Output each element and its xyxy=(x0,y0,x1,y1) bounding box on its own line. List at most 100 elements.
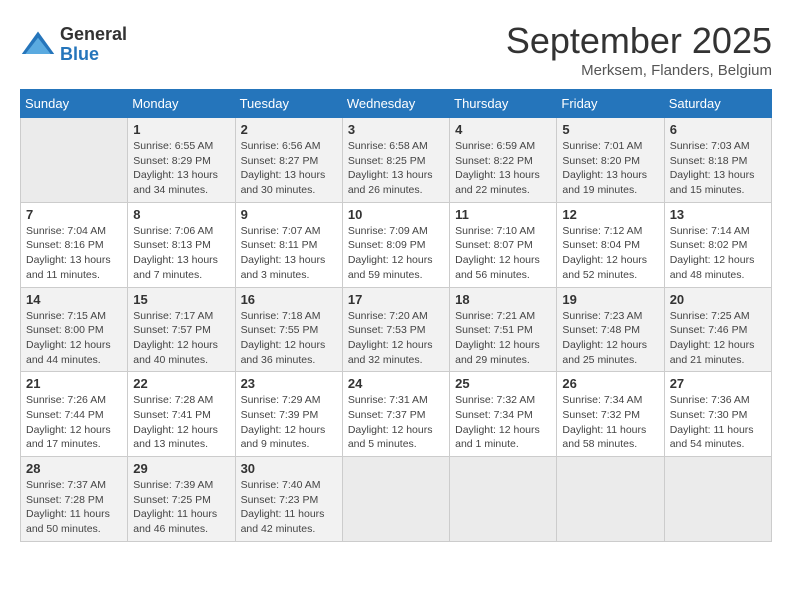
calendar-cell: 24 Sunrise: 7:31 AMSunset: 7:37 PMDayligh… xyxy=(342,372,449,457)
calendar-header-row: SundayMondayTuesdayWednesdayThursdayFrid… xyxy=(21,90,772,118)
day-detail: Sunrise: 7:04 AMSunset: 8:16 PMDaylight:… xyxy=(26,224,122,283)
calendar-cell: 19 Sunrise: 7:23 AMSunset: 7:48 PMDayligh… xyxy=(557,287,664,372)
calendar-week-row: 14 Sunrise: 7:15 AMSunset: 8:00 PMDayligh… xyxy=(21,287,772,372)
day-number: 28 xyxy=(26,461,122,476)
day-number: 26 xyxy=(562,376,658,391)
calendar-week-row: 7Sunrise: 7:04 AMSunset: 8:16 PMDaylight… xyxy=(21,202,772,287)
day-number: 25 xyxy=(455,376,551,391)
calendar-cell xyxy=(342,457,449,542)
calendar-cell: 20 Sunrise: 7:25 AMSunset: 7:46 PMDayligh… xyxy=(664,287,771,372)
calendar-week-row: 1 Sunrise: 6:55 AMSunset: 8:29 PMDaylight… xyxy=(21,118,772,203)
day-number: 18 xyxy=(455,292,551,307)
day-detail: Sunrise: 6:55 AMSunset: 8:29 PMDaylight:… xyxy=(133,139,229,198)
calendar-cell: 1 Sunrise: 6:55 AMSunset: 8:29 PMDaylight… xyxy=(128,118,235,203)
day-number: 30 xyxy=(241,461,337,476)
day-number: 2 xyxy=(241,122,337,137)
day-number: 15 xyxy=(133,292,229,307)
day-detail: Sunrise: 6:59 AMSunset: 8:22 PMDaylight:… xyxy=(455,139,551,198)
day-detail: Sunrise: 7:10 AMSunset: 8:07 PMDaylight:… xyxy=(455,224,551,283)
calendar-cell: 10Sunrise: 7:09 AMSunset: 8:09 PMDayligh… xyxy=(342,202,449,287)
day-detail: Sunrise: 7:14 AMSunset: 8:02 PMDaylight:… xyxy=(670,224,766,283)
calendar-cell: 18 Sunrise: 7:21 AMSunset: 7:51 PMDayligh… xyxy=(450,287,557,372)
day-detail: Sunrise: 7:28 AMSunset: 7:41 PMDaylight:… xyxy=(133,393,229,452)
day-detail: Sunrise: 7:07 AMSunset: 8:11 PMDaylight:… xyxy=(241,224,337,283)
calendar-cell xyxy=(21,118,128,203)
logo: General Blue xyxy=(20,25,127,65)
day-detail: Sunrise: 7:20 AMSunset: 7:53 PMDaylight:… xyxy=(348,309,444,368)
logo-general-text: General xyxy=(60,25,127,45)
day-detail: Sunrise: 7:12 AMSunset: 8:04 PMDaylight:… xyxy=(562,224,658,283)
day-detail: Sunrise: 7:03 AMSunset: 8:18 PMDaylight:… xyxy=(670,139,766,198)
logo-icon xyxy=(20,27,56,63)
calendar-cell: 9 Sunrise: 7:07 AMSunset: 8:11 PMDaylight… xyxy=(235,202,342,287)
day-number: 5 xyxy=(562,122,658,137)
logo-blue-text: Blue xyxy=(60,45,127,65)
title-area: September 2025 Merksem, Flanders, Belgiu… xyxy=(506,20,772,79)
logo-text: General Blue xyxy=(60,25,127,65)
day-number: 29 xyxy=(133,461,229,476)
day-detail: Sunrise: 7:23 AMSunset: 7:48 PMDaylight:… xyxy=(562,309,658,368)
day-number: 12 xyxy=(562,207,658,222)
day-number: 11 xyxy=(455,207,551,222)
day-number: 9 xyxy=(241,207,337,222)
day-detail: Sunrise: 7:29 AMSunset: 7:39 PMDaylight:… xyxy=(241,393,337,452)
day-detail: Sunrise: 7:32 AMSunset: 7:34 PMDaylight:… xyxy=(455,393,551,452)
calendar-week-row: 28 Sunrise: 7:37 AMSunset: 7:28 PMDayligh… xyxy=(21,457,772,542)
day-detail: Sunrise: 7:25 AMSunset: 7:46 PMDaylight:… xyxy=(670,309,766,368)
calendar-cell: 23 Sunrise: 7:29 AMSunset: 7:39 PMDayligh… xyxy=(235,372,342,457)
day-detail: Sunrise: 7:26 AMSunset: 7:44 PMDaylight:… xyxy=(26,393,122,452)
calendar-cell xyxy=(557,457,664,542)
day-number: 1 xyxy=(133,122,229,137)
day-header-sunday: Sunday xyxy=(21,90,128,118)
day-detail: Sunrise: 7:36 AMSunset: 7:30 PMDaylight:… xyxy=(670,393,766,452)
calendar-cell: 16Sunrise: 7:18 AMSunset: 7:55 PMDayligh… xyxy=(235,287,342,372)
calendar-cell xyxy=(664,457,771,542)
day-number: 27 xyxy=(670,376,766,391)
day-number: 19 xyxy=(562,292,658,307)
calendar-cell: 28 Sunrise: 7:37 AMSunset: 7:28 PMDayligh… xyxy=(21,457,128,542)
day-number: 14 xyxy=(26,292,122,307)
day-detail: Sunrise: 7:31 AMSunset: 7:37 PMDaylight:… xyxy=(348,393,444,452)
day-detail: Sunrise: 7:17 AMSunset: 7:57 PMDaylight:… xyxy=(133,309,229,368)
day-number: 6 xyxy=(670,122,766,137)
calendar-cell: 13 Sunrise: 7:14 AMSunset: 8:02 PMDayligh… xyxy=(664,202,771,287)
header: General Blue September 2025 Merksem, Fla… xyxy=(20,20,772,79)
day-number: 13 xyxy=(670,207,766,222)
day-number: 8 xyxy=(133,207,229,222)
day-number: 20 xyxy=(670,292,766,307)
day-detail: Sunrise: 6:56 AMSunset: 8:27 PMDaylight:… xyxy=(241,139,337,198)
month-title: September 2025 xyxy=(506,20,772,62)
day-number: 3 xyxy=(348,122,444,137)
day-header-monday: Monday xyxy=(128,90,235,118)
day-detail: Sunrise: 7:15 AMSunset: 8:00 PMDaylight:… xyxy=(26,309,122,368)
day-number: 21 xyxy=(26,376,122,391)
calendar-cell: 4 Sunrise: 6:59 AMSunset: 8:22 PMDaylight… xyxy=(450,118,557,203)
calendar-cell: 12 Sunrise: 7:12 AMSunset: 8:04 PMDayligh… xyxy=(557,202,664,287)
calendar-cell: 15 Sunrise: 7:17 AMSunset: 7:57 PMDayligh… xyxy=(128,287,235,372)
calendar-table: SundayMondayTuesdayWednesdayThursdayFrid… xyxy=(20,89,772,542)
calendar-cell: 3Sunrise: 6:58 AMSunset: 8:25 PMDaylight… xyxy=(342,118,449,203)
calendar-cell: 7Sunrise: 7:04 AMSunset: 8:16 PMDaylight… xyxy=(21,202,128,287)
day-header-saturday: Saturday xyxy=(664,90,771,118)
day-number: 4 xyxy=(455,122,551,137)
location-subtitle: Merksem, Flanders, Belgium xyxy=(506,62,772,79)
calendar-cell: 6 Sunrise: 7:03 AMSunset: 8:18 PMDaylight… xyxy=(664,118,771,203)
calendar-cell: 26Sunrise: 7:34 AMSunset: 7:32 PMDayligh… xyxy=(557,372,664,457)
calendar-cell: 11 Sunrise: 7:10 AMSunset: 8:07 PMDayligh… xyxy=(450,202,557,287)
calendar-cell: 2 Sunrise: 6:56 AMSunset: 8:27 PMDaylight… xyxy=(235,118,342,203)
calendar-cell: 25 Sunrise: 7:32 AMSunset: 7:34 PMDayligh… xyxy=(450,372,557,457)
calendar-cell: 27 Sunrise: 7:36 AMSunset: 7:30 PMDayligh… xyxy=(664,372,771,457)
day-number: 24 xyxy=(348,376,444,391)
day-detail: Sunrise: 7:37 AMSunset: 7:28 PMDaylight:… xyxy=(26,478,122,537)
day-detail: Sunrise: 7:18 AMSunset: 7:55 PMDaylight:… xyxy=(241,309,337,368)
day-number: 17 xyxy=(348,292,444,307)
day-number: 23 xyxy=(241,376,337,391)
day-detail: Sunrise: 7:21 AMSunset: 7:51 PMDaylight:… xyxy=(455,309,551,368)
calendar-cell: 17 Sunrise: 7:20 AMSunset: 7:53 PMDayligh… xyxy=(342,287,449,372)
day-header-thursday: Thursday xyxy=(450,90,557,118)
day-header-wednesday: Wednesday xyxy=(342,90,449,118)
calendar-cell xyxy=(450,457,557,542)
calendar-cell: 14 Sunrise: 7:15 AMSunset: 8:00 PMDayligh… xyxy=(21,287,128,372)
calendar-cell: 30Sunrise: 7:40 AMSunset: 7:23 PMDayligh… xyxy=(235,457,342,542)
calendar-cell: 29Sunrise: 7:39 AMSunset: 7:25 PMDayligh… xyxy=(128,457,235,542)
